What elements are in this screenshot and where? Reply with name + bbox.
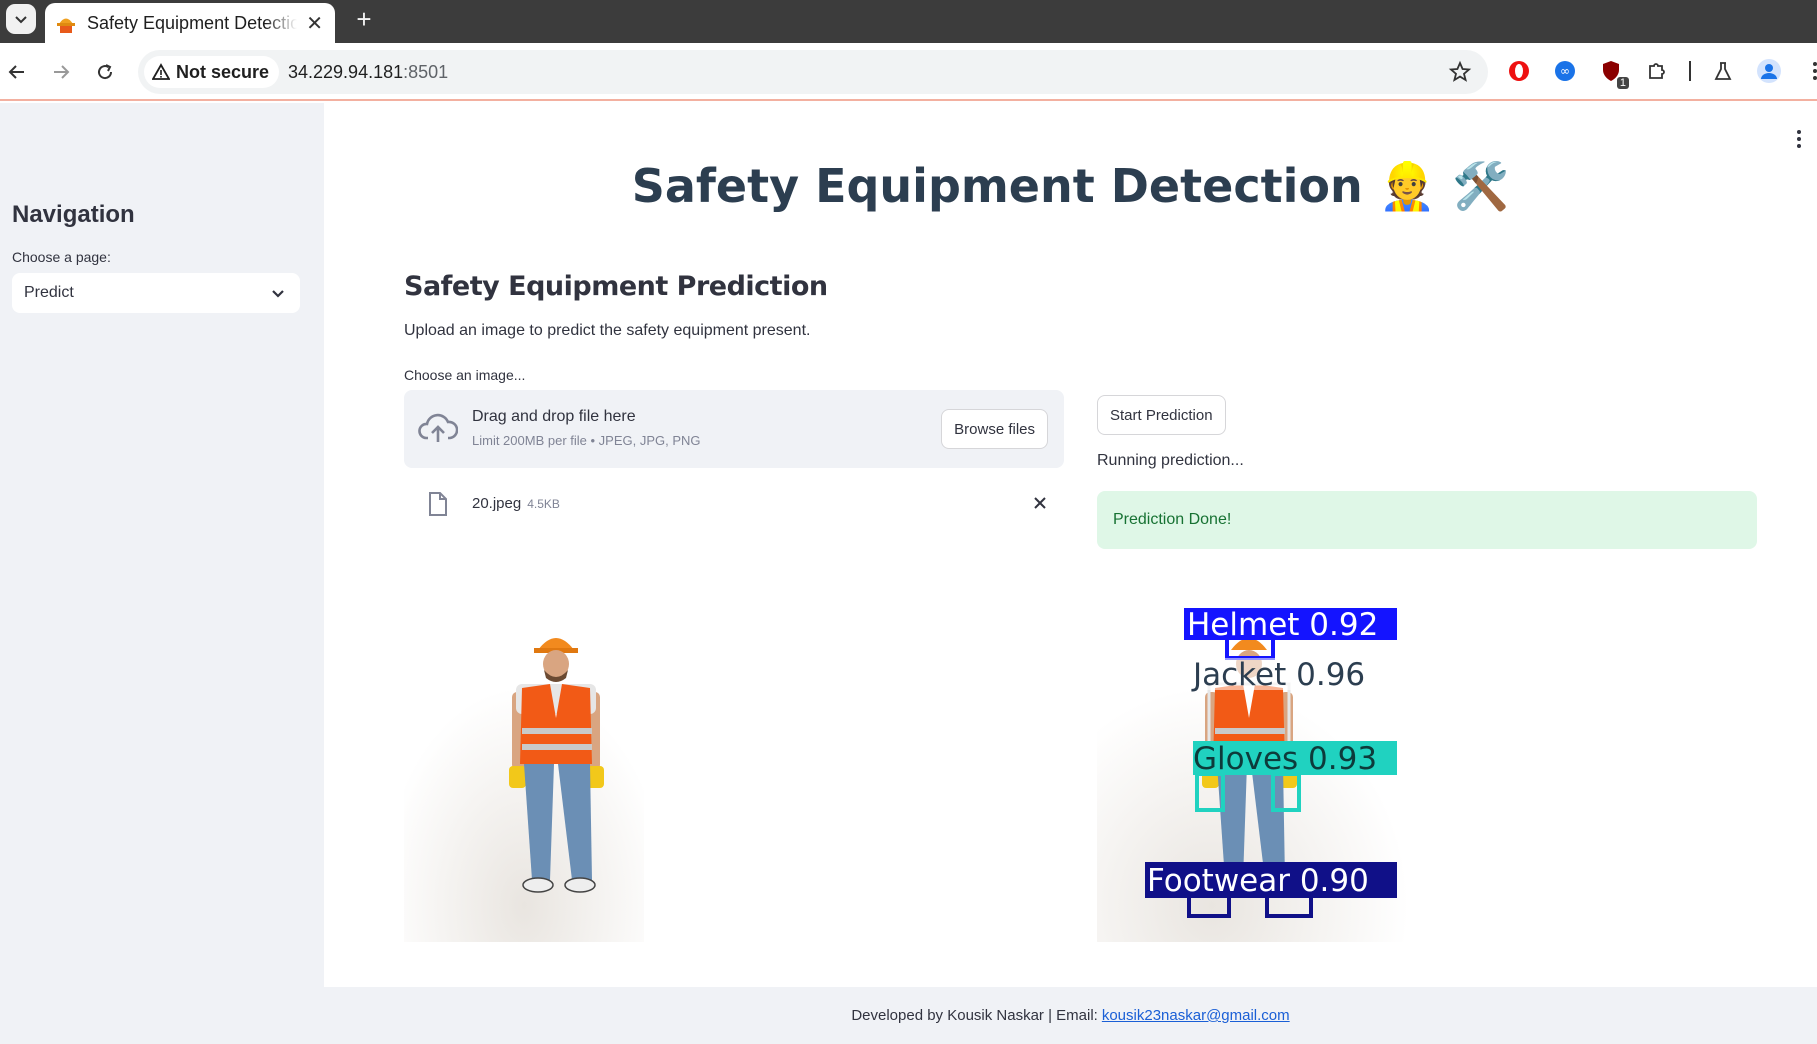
tab-strip: Safety Equipment Detection ✕ + bbox=[0, 0, 1817, 43]
detection-footwear-label: Footwear 0.90 bbox=[1147, 863, 1369, 899]
streamlit-app: Navigation Choose a page: Predict Safety… bbox=[0, 103, 1817, 1044]
sidebar-title: Navigation bbox=[12, 201, 135, 228]
running-status: Running prediction... bbox=[1097, 452, 1244, 469]
url-host: 34.229.94.181 bbox=[288, 62, 404, 82]
footer: Developed by Kousik Naskar | Email: kous… bbox=[324, 987, 1817, 1044]
url-text[interactable]: 34.229.94.181:8501 bbox=[288, 62, 448, 83]
arrow-left-icon bbox=[8, 65, 24, 79]
file-name: 20.jpeg 4.5KB bbox=[472, 495, 560, 512]
page-select-value: Predict bbox=[24, 284, 74, 301]
url-port: :8501 bbox=[403, 62, 449, 82]
browser-menu-icon[interactable] bbox=[1801, 57, 1817, 85]
extension-badge: 1 bbox=[1616, 77, 1629, 89]
start-prediction-button[interactable]: Start Prediction bbox=[1097, 395, 1226, 435]
extensions-area: ∞ 1 bbox=[1505, 53, 1817, 89]
browser-tab[interactable]: Safety Equipment Detection ✕ bbox=[45, 3, 335, 43]
svg-text:∞: ∞ bbox=[1560, 64, 1570, 78]
worker-favicon-icon bbox=[57, 18, 75, 33]
file-dropzone[interactable]: Drag and drop file here Limit 200MB per … bbox=[404, 390, 1064, 468]
file-icon bbox=[429, 492, 447, 516]
detection-gloves-label: Gloves 0.93 bbox=[1193, 741, 1377, 777]
prediction-image: Helmet 0.92 Jacket 0.96 Gloves 0.93 Foot… bbox=[1097, 578, 1425, 942]
uploaded-file-row: 20.jpeg 4.5KB bbox=[404, 485, 1064, 525]
section-subtitle: Safety Equipment Prediction bbox=[404, 271, 828, 302]
detection-helmet-label: Helmet 0.92 bbox=[1187, 607, 1378, 643]
select-label: Choose a page: bbox=[12, 249, 111, 265]
tab-title: Safety Equipment Detection bbox=[87, 12, 297, 33]
uploader-label: Choose an image... bbox=[404, 367, 526, 383]
cloud-upload-icon bbox=[418, 413, 458, 442]
main-content: Safety Equipment Detection 👷 🛠️ Safety E… bbox=[324, 103, 1817, 1044]
dropzone-limit: Limit 200MB per file • JPEG, JPG, PNG bbox=[472, 433, 701, 448]
opera-extension-icon[interactable] bbox=[1505, 57, 1533, 85]
page-select[interactable]: Predict bbox=[12, 273, 300, 313]
warning-icon bbox=[152, 63, 170, 80]
file-size: 4.5KB bbox=[527, 497, 560, 511]
close-icon[interactable] bbox=[1030, 493, 1050, 513]
success-alert: Prediction Done! bbox=[1097, 491, 1757, 549]
bookmark-star-icon[interactable] bbox=[1448, 60, 1472, 84]
puzzle-extensions-icon[interactable] bbox=[1643, 57, 1671, 85]
browse-files-button[interactable]: Browse files bbox=[941, 409, 1048, 449]
detection-jacket-label: Jacket 0.96 bbox=[1191, 657, 1365, 693]
sidebar: Navigation Choose a page: Predict bbox=[0, 103, 324, 1044]
reload-button[interactable] bbox=[90, 57, 120, 87]
divider bbox=[1689, 57, 1691, 85]
chevron-down-icon bbox=[272, 290, 284, 298]
app-menu-icon[interactable] bbox=[1789, 127, 1809, 151]
browser-window: Safety Equipment Detection ✕ + Not secur… bbox=[0, 0, 1817, 1044]
security-chip[interactable]: Not secure bbox=[144, 56, 280, 88]
footer-email-link[interactable]: kousik23naskar@gmail.com bbox=[1102, 1007, 1290, 1024]
back-button[interactable] bbox=[2, 57, 32, 87]
labs-flask-icon[interactable] bbox=[1709, 57, 1737, 85]
tab-close-icon[interactable]: ✕ bbox=[306, 11, 323, 36]
infinity-extension-icon[interactable]: ∞ bbox=[1551, 57, 1579, 85]
tab-search-button[interactable] bbox=[6, 4, 36, 34]
security-label: Not secure bbox=[176, 61, 270, 82]
footer-text: Developed by Kousik Naskar | Email: bbox=[851, 1007, 1098, 1024]
reload-icon bbox=[98, 64, 113, 80]
arrow-right-icon bbox=[54, 65, 70, 79]
profile-avatar-icon[interactable] bbox=[1755, 57, 1783, 85]
description-text: Upload an image to predict the safety eq… bbox=[404, 322, 811, 339]
address-bar[interactable]: Not secure 34.229.94.181:8501 bbox=[138, 50, 1488, 94]
new-tab-button[interactable]: + bbox=[349, 4, 379, 34]
browser-toolbar: Not secure 34.229.94.181:8501 ∞ 1 bbox=[0, 43, 1817, 101]
dropzone-title: Drag and drop file here bbox=[472, 408, 636, 425]
forward-button[interactable] bbox=[46, 57, 76, 87]
shield-extension-icon[interactable]: 1 bbox=[1597, 57, 1629, 89]
chevron-down-icon bbox=[15, 16, 27, 24]
file-name-text: 20.jpeg bbox=[472, 495, 522, 512]
page-title: Safety Equipment Detection 👷 🛠️ bbox=[631, 159, 1510, 213]
input-image bbox=[404, 578, 644, 942]
